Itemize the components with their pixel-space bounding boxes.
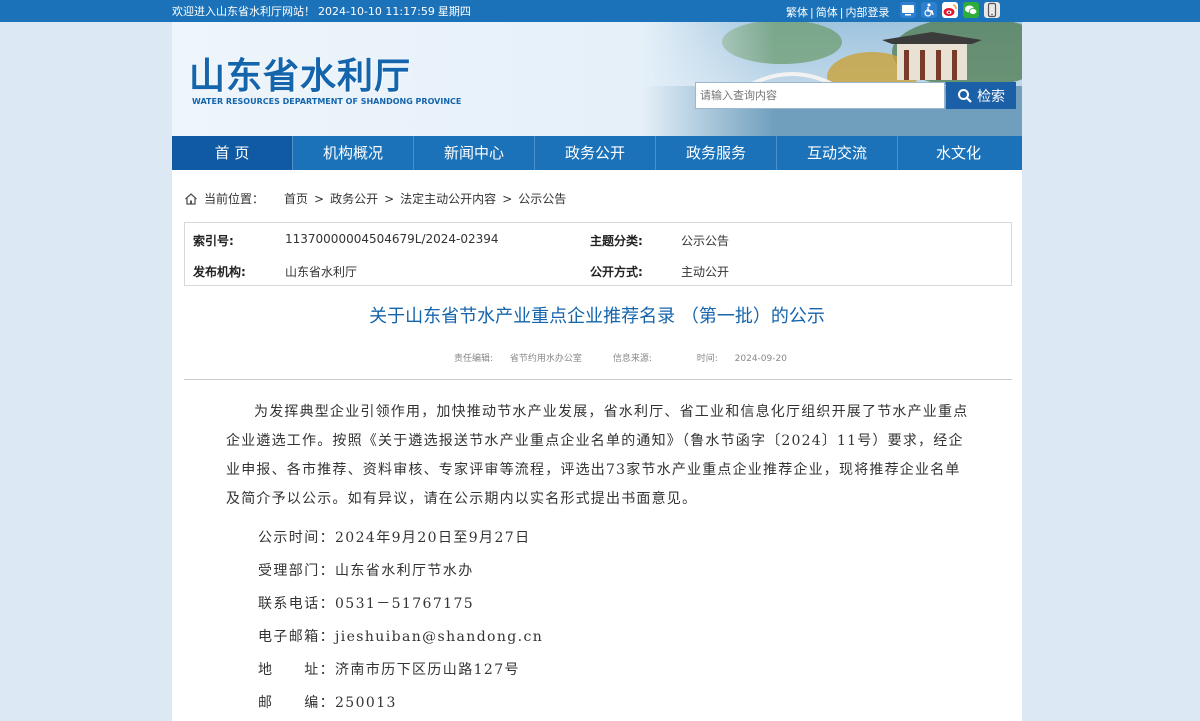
postal-code: 邮 编：250013: [258, 695, 397, 711]
site-logo-subtitle: WATER RESOURCES DEPARTMENT OF SHANDONG P…: [192, 97, 462, 106]
index-number-label: 索引号:: [193, 234, 234, 248]
handling-department: 受理部门：山东省水利厅节水办: [258, 563, 474, 579]
nav-item-interaction[interactable]: 互动交流: [777, 136, 898, 170]
publisher-value: 山东省水利厅: [285, 265, 358, 279]
mobile-icon[interactable]: [984, 2, 1000, 18]
contact-email: 电子邮箱：jieshuiban@shandong.cn: [258, 629, 544, 645]
breadcrumb-separator: >: [314, 191, 325, 206]
search-button-label: 检索: [977, 88, 1005, 105]
traditional-chinese-link[interactable]: 繁体: [786, 6, 808, 19]
welcome-message: 欢迎进入山东省水利厅网站！: [172, 5, 315, 18]
editor-value: 省节约用水办公室: [509, 354, 582, 364]
article-paragraph: 为发挥典型企业引领作用，加快推动节水产业发展，省水利厅、省工业和信息化厅组织开展…: [226, 404, 969, 507]
current-weekday: 星期四: [437, 5, 471, 18]
contact-phone: 联系电话：0531－51767175: [258, 596, 475, 612]
contact-address: 地 址：济南市历下区历山路127号: [258, 662, 520, 678]
divider: [184, 379, 1012, 380]
breadcrumb-announcements[interactable]: 公示公告: [518, 190, 566, 207]
time-label: 时间:: [696, 354, 718, 364]
publisher-label: 发布机构:: [193, 265, 246, 279]
breadcrumb-statutory-disclosure[interactable]: 法定主动公开内容: [400, 190, 496, 207]
article-body: 为发挥典型企业引领作用，加快推动节水产业发展，省水利厅、省工业和信息化厅组织开展…: [226, 398, 972, 720]
top-icons: [900, 2, 1000, 18]
nav-item-government-services[interactable]: 政务服务: [656, 136, 777, 170]
main-content: 当前位置： 首页 > 政务公开 > 法定主动公开内容 > 公示公告 索引号: 1…: [172, 170, 1022, 721]
top-links: 繁体 | 简体 | 内部登录: [786, 6, 890, 19]
nav-item-government-affairs[interactable]: 政务公开: [535, 136, 656, 170]
disclosure-method-value: 主动公开: [681, 265, 730, 279]
topic-label: 主题分类:: [590, 234, 643, 248]
home-icon: [185, 192, 197, 205]
breadcrumb-separator: >: [384, 191, 395, 206]
weibo-icon[interactable]: [942, 2, 958, 18]
document-meta-table: 索引号: 11370000004504679L/2024-02394 主题分类:…: [184, 222, 1012, 286]
search-input[interactable]: [695, 82, 945, 109]
internal-login-link[interactable]: 内部登录: [845, 6, 889, 19]
wheelchair-icon[interactable]: [921, 2, 937, 18]
nav-item-home[interactable]: 首 页: [172, 136, 293, 170]
scenic-banner-image: [642, 22, 1022, 136]
nav-item-news[interactable]: 新闻中心: [414, 136, 535, 170]
main-nav: 首 页 机构概况 新闻中心 政务公开 政务服务 互动交流 水文化: [172, 136, 1022, 170]
index-number-value: 11370000004504679L/2024-02394: [285, 232, 499, 246]
article-info: 责任编辑: 省节约用水办公室 信息来源: 时间: 2024-09-20: [454, 351, 815, 364]
editor-label: 责任编辑:: [454, 354, 494, 364]
wechat-icon[interactable]: [963, 2, 979, 18]
disclosure-method-label: 公开方式:: [590, 265, 643, 279]
welcome-text: 欢迎进入山东省水利厅网站！ 2024-10-10 11:17:59 星期四: [172, 3, 474, 19]
announcement-period: 公示时间：2024年9月20日至9月27日: [258, 530, 531, 546]
topic-value: 公示公告: [681, 234, 730, 248]
current-datetime: 2024-10-10 11:17:59: [318, 5, 435, 18]
breadcrumb-home[interactable]: 首页: [284, 190, 308, 207]
search-button[interactable]: 检索: [946, 82, 1016, 109]
nav-item-water-culture[interactable]: 水文化: [898, 136, 1019, 170]
simplified-chinese-link[interactable]: 简体: [816, 6, 838, 19]
breadcrumb-government-affairs[interactable]: 政务公开: [330, 190, 378, 207]
header-banner: 山东省水利厅 WATER RESOURCES DEPARTMENT OF SHA…: [172, 22, 1022, 136]
article-title: 关于山东省节水产业重点企业推荐名录 （第一批）的公示: [369, 306, 825, 327]
breadcrumb-separator: >: [502, 191, 513, 206]
top-bar: 欢迎进入山东省水利厅网站！ 2024-10-10 11:17:59 星期四 繁体 | 简…: [0, 0, 1200, 22]
time-value: 2024-09-20: [734, 354, 787, 364]
accessibility-icon[interactable]: [900, 2, 916, 18]
breadcrumb: 当前位置： 首页 > 政务公开 > 法定主动公开内容 > 公示公告: [184, 190, 566, 207]
search-icon: [958, 88, 972, 103]
source-label: 信息来源:: [612, 354, 652, 364]
site-logo-title: 山东省水利厅: [189, 55, 412, 97]
breadcrumb-label: 当前位置：: [204, 192, 265, 206]
nav-item-organization[interactable]: 机构概况: [293, 136, 414, 170]
